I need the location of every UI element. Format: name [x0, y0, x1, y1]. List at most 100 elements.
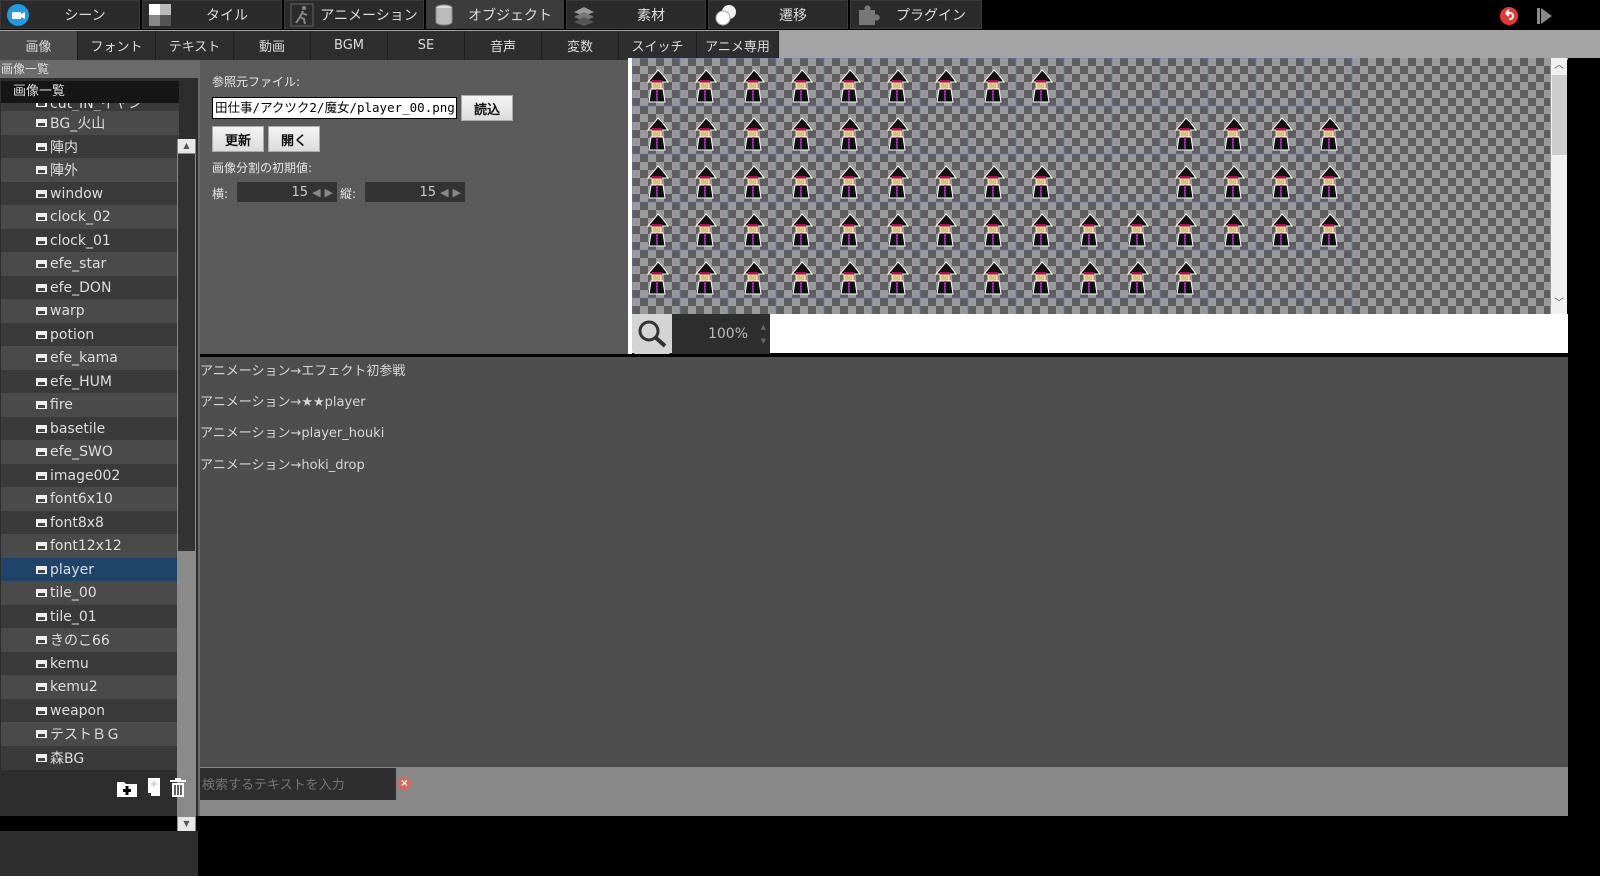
tab-voice[interactable]: 音声 [465, 31, 542, 60]
sprite-grid [632, 58, 1353, 314]
usage-item[interactable]: アニメーション→player_houki [200, 422, 384, 441]
transition-icon [713, 3, 739, 27]
tree-item[interactable]: きのこ66 [1, 628, 179, 652]
decrement-arrow-icon[interactable]: ◀ [440, 186, 448, 199]
zoom-button[interactable] [632, 314, 672, 354]
usage-item[interactable]: アニメーション→エフェクト初参戦 [200, 360, 405, 379]
mode-tile-button[interactable]: タイル [142, 0, 282, 29]
usage-item[interactable]: アニメーション→★★player [200, 391, 366, 410]
image-icon [36, 683, 47, 691]
tree-item[interactable]: efe_star [1, 252, 179, 276]
witch-sprite [934, 165, 957, 199]
tree-item[interactable]: fire [1, 393, 179, 417]
tree-item[interactable]: tile_00 [1, 581, 179, 605]
tree-item[interactable]: clock_02 [1, 205, 179, 229]
list-scrollbar[interactable]: ▲ ▼ [177, 139, 196, 831]
scrollbar-thumb[interactable] [1552, 75, 1567, 155]
increment-arrow-icon[interactable]: ▶ [453, 186, 461, 199]
tree-item-label: clock_01 [50, 232, 111, 249]
witch-sprite [742, 69, 765, 103]
mode-animation-button[interactable]: アニメーション [284, 0, 424, 29]
tree-item[interactable]: weapon [1, 698, 179, 723]
undo-icon[interactable] [1500, 7, 1518, 29]
mode-object-button[interactable]: オブジェクト [426, 0, 564, 29]
tree-item[interactable]: 陣外 [1, 158, 179, 182]
mode-scene-button[interactable]: シーン [0, 0, 140, 29]
mode-plugin-button[interactable]: プラグイン [850, 0, 982, 29]
tree-item[interactable]: warp [1, 299, 179, 323]
image-icon [36, 236, 47, 245]
tab-variable[interactable]: 変数 [542, 31, 619, 60]
witch-sprite [742, 165, 765, 199]
image-icon [36, 448, 47, 456]
increment-arrow-icon[interactable]: ▶ [325, 186, 333, 199]
tree-item[interactable]: efe_DON [1, 275, 179, 300]
mode-transition-button[interactable]: 遷移 [708, 0, 848, 29]
mode-resource-button[interactable]: 素材 [566, 0, 706, 29]
usage-item[interactable]: アニメーション→hoki_drop [200, 454, 365, 473]
tab-switch[interactable]: スイッチ [619, 31, 697, 60]
tree-item[interactable]: font6x10 [1, 487, 179, 511]
vertical-label: 縦: [340, 187, 357, 201]
scroll-down-arrow[interactable]: ▼ [178, 817, 195, 831]
search-input[interactable] [200, 768, 396, 800]
tab-image[interactable]: 画像 [0, 31, 78, 60]
tree-item[interactable]: efe_kama [1, 346, 179, 370]
tree-item[interactable]: font8x8 [1, 510, 179, 535]
clear-search-icon[interactable]: × [398, 777, 411, 790]
tree-item[interactable]: clock_01 [1, 228, 179, 253]
tree-item-label: warp [50, 303, 85, 319]
tree-item[interactable]: 森BG [1, 745, 179, 770]
plugin-puzzle-icon [855, 3, 881, 27]
trash-icon[interactable] [170, 778, 186, 801]
horizontal-spinner[interactable]: 15 ◀ ▶ [237, 182, 337, 202]
tree-item-label: 森BG [50, 750, 85, 767]
play-icon[interactable] [1537, 8, 1553, 28]
tab-text[interactable]: テキスト [156, 31, 234, 60]
image-properties-panel: 参照元ファイル: 田仕事/アクツク2/魔女/player_00.png 読込 更… [200, 60, 628, 354]
tree-item[interactable]: window [1, 181, 179, 206]
scroll-down-arrow[interactable]: ﹀ [1551, 296, 1567, 312]
tab-se[interactable]: SE [388, 31, 465, 60]
scene-camera-icon [5, 3, 31, 27]
tree-item[interactable]: テストＢＧ [1, 722, 179, 746]
viewer-scrollbar[interactable]: ︿ ﹀ [1550, 58, 1567, 314]
tree-item[interactable]: potion [1, 322, 179, 347]
tree-item[interactable]: tile_01 [1, 604, 179, 629]
tree-item-label: テストＢＧ [50, 727, 120, 743]
tree-item[interactable]: kemu [1, 651, 179, 676]
vertical-spinner[interactable]: 15 ◀ ▶ [365, 182, 465, 202]
scroll-up-arrow[interactable]: ︿ [1551, 58, 1567, 74]
tree-item[interactable]: efe_HUM [1, 369, 179, 394]
zoom-level-field[interactable]: 100% ▲ ▼ [672, 314, 770, 354]
scroll-up-arrow[interactable]: ▲ [178, 139, 195, 153]
usage-list: アニメーション→エフェクト初参戦 アニメーション→★★player アニメーショ… [200, 357, 1568, 767]
zoom-stepper[interactable]: ▲ ▼ [761, 320, 766, 348]
scrollbar-track[interactable] [178, 154, 195, 551]
tree-item[interactable]: player [1, 557, 179, 582]
witch-sprite [790, 69, 813, 103]
decrement-arrow-icon[interactable]: ◀ [312, 186, 320, 199]
image-icon [36, 401, 47, 409]
add-folder-icon[interactable] [117, 779, 137, 801]
open-button[interactable]: 開く [268, 126, 320, 152]
tree-item[interactable]: image002 [1, 463, 179, 488]
tab-video[interactable]: 動画 [234, 31, 311, 60]
tree-root[interactable]: 画像一覧 [1, 81, 179, 103]
tab-animation-only[interactable]: アニメ専用 [697, 31, 779, 60]
tab-font[interactable]: フォント [78, 31, 156, 60]
tree-item[interactable]: BG_火山 [1, 111, 179, 135]
tree-item[interactable]: font12x12 [1, 534, 179, 558]
add-file-icon[interactable] [148, 778, 160, 800]
load-button[interactable]: 読込 [461, 95, 513, 121]
source-file-input[interactable]: 田仕事/アクツク2/魔女/player_00.png [212, 97, 457, 119]
tree-item[interactable]: basetile [1, 416, 179, 441]
tree-item[interactable]: efe_SWO [1, 440, 179, 464]
tree-item[interactable]: 陣内 [1, 134, 179, 159]
witch-sprite [742, 261, 765, 295]
sprite-sheet-viewer[interactable] [632, 58, 1550, 314]
tree-item[interactable]: kemu2 [1, 675, 179, 699]
refresh-button[interactable]: 更新 [212, 126, 264, 152]
tree-item-label: kemu [50, 655, 89, 672]
tab-bgm[interactable]: BGM [311, 31, 388, 60]
